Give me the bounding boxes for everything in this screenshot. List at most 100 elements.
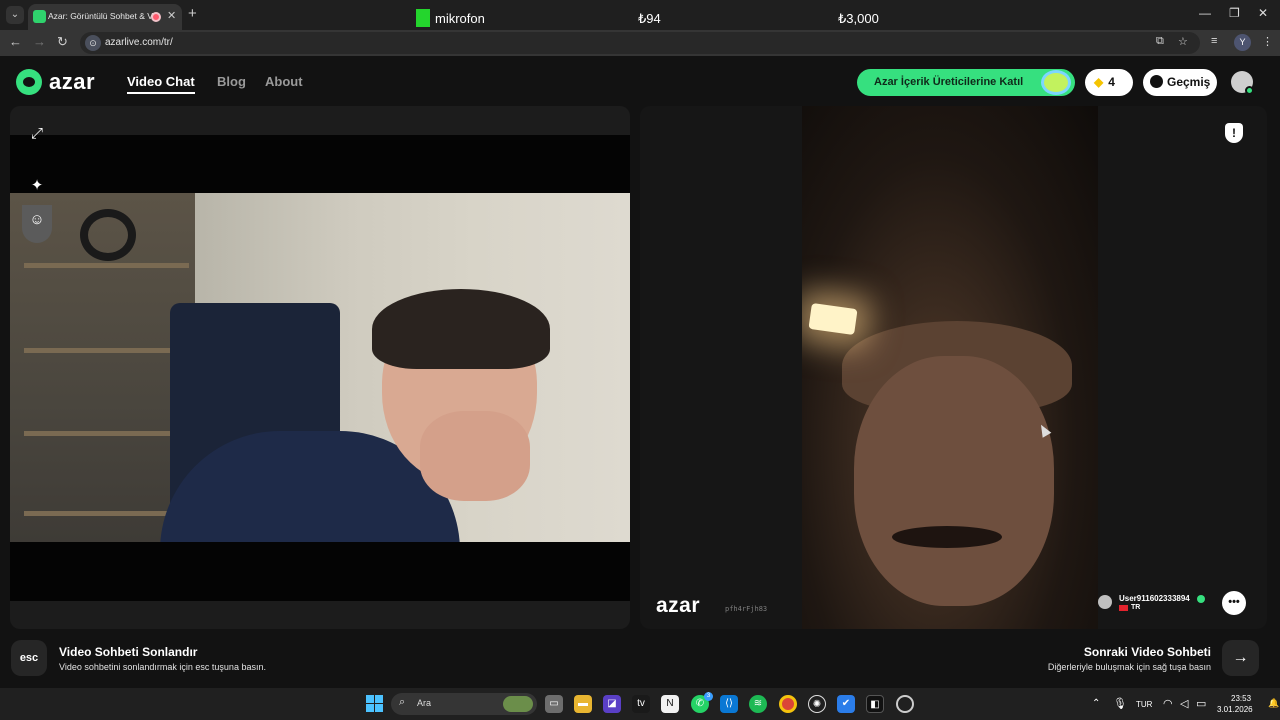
history-button[interactable]: Geçmiş xyxy=(1143,69,1217,96)
address-bar[interactable]: ⊙ azarlive.com/tr/ ⧉ ☆ xyxy=(80,32,1200,54)
file-explorer-icon[interactable]: ▬ xyxy=(574,695,592,713)
search-icon: ⌕ xyxy=(399,696,406,708)
volume-icon[interactable]: ◁ xyxy=(1180,697,1188,710)
azar-logo-icon xyxy=(16,69,42,95)
tab-search-chevron-icon[interactable]: ⌄ xyxy=(6,6,24,24)
task-view-icon[interactable]: ▭ xyxy=(545,695,563,713)
clock-icon xyxy=(1150,75,1163,88)
chatgpt-icon[interactable]: ✺ xyxy=(808,695,826,713)
sparkle-effects-icon[interactable]: ✦ xyxy=(22,171,52,201)
letterbox-top xyxy=(10,135,630,193)
creator-join-button[interactable]: Azar İçerik Üreticilerine Katıl xyxy=(857,69,1075,96)
turkey-flag-icon xyxy=(1119,605,1128,611)
remote-camera-feed xyxy=(802,106,1098,629)
next-chat-description: Diğerleriyle buluşmak için sağ tuşa bası… xyxy=(1047,662,1211,672)
history-label: Geçmiş xyxy=(1167,75,1211,89)
next-chat-arrow-icon[interactable]: → xyxy=(1222,640,1259,676)
online-status-dot xyxy=(1245,86,1254,95)
browser-toolbar: ← → ↻ ⊙ azarlive.com/tr/ ⧉ ☆ ≡ Y ⋮ xyxy=(0,30,1280,56)
local-person-hair xyxy=(372,289,550,369)
app-purple-icon[interactable]: ◪ xyxy=(603,695,621,713)
report-shield-icon[interactable]: ! xyxy=(1225,123,1243,143)
microphone-icon[interactable]: 🎙 xyxy=(1113,697,1127,710)
obs-icon[interactable] xyxy=(896,695,914,713)
tab-close-icon[interactable]: ✕ xyxy=(167,9,176,22)
app-box-icon[interactable]: ◧ xyxy=(866,695,884,713)
ceiling-light xyxy=(808,302,858,336)
nav-about[interactable]: About xyxy=(265,74,303,89)
next-chat-title: Sonraki Video Sohbeti xyxy=(1083,645,1211,659)
overlay-value-2: ₺3,000 xyxy=(838,11,879,26)
new-tab-plus-icon[interactable]: + xyxy=(188,5,197,22)
reading-list-icon[interactable]: ≡ xyxy=(1211,35,1217,47)
windows-start-icon[interactable] xyxy=(366,695,383,712)
todo-icon[interactable]: ✔ xyxy=(837,695,855,713)
end-chat-description: Video sohbetini sonlandırmak için esc tu… xyxy=(59,662,266,672)
recording-indicator-icon xyxy=(151,12,161,22)
chat-bubble-icon[interactable]: ••• xyxy=(1222,591,1246,615)
wifi-icon[interactable]: ◠ xyxy=(1163,697,1173,710)
whatsapp-badge: 3 xyxy=(704,692,713,701)
mic-level-bar xyxy=(416,9,430,27)
azar-logo[interactable]: azar xyxy=(16,69,95,95)
local-camera-feed xyxy=(10,193,630,551)
verified-badge-icon xyxy=(1197,595,1205,603)
window-close-icon[interactable]: ✕ xyxy=(1258,6,1268,20)
windows-taskbar: ⌕ Ara ▭ ▬ ◪ tv N ✆ 3 ⟨⟩ ≋ ✺ ✔ ◧ ⌃ 🎙 TUR ◠… xyxy=(0,688,1280,720)
gems-count: 4 xyxy=(1108,75,1115,89)
mic-overlay-label: mikrofon xyxy=(435,10,485,26)
minimize-icon[interactable]: — xyxy=(1199,6,1211,20)
overlay-value-1: ₺94 xyxy=(638,11,661,26)
nav-blog[interactable]: Blog xyxy=(217,74,246,89)
chrome-icon[interactable] xyxy=(779,695,797,713)
menu-kebab-icon[interactable]: ⋮ xyxy=(1262,35,1273,48)
local-person-hand xyxy=(420,411,530,501)
gem-icon: ◆ xyxy=(1094,75,1104,89)
bookmark-star-icon[interactable]: ☆ xyxy=(1178,35,1188,48)
peer-avatar[interactable] xyxy=(1098,595,1112,609)
local-video-panel: ⤢ ✦ ☺ xyxy=(10,106,630,629)
mic-overlay: mikrofon xyxy=(416,9,485,27)
language-indicator[interactable]: TUR xyxy=(1136,700,1152,709)
steering-wheel xyxy=(80,209,136,261)
vscode-icon[interactable]: ⟨⟩ xyxy=(720,695,738,713)
taskbar-search[interactable]: ⌕ Ara xyxy=(391,693,537,715)
face-filter-icon[interactable]: ☺ xyxy=(22,205,52,235)
search-highlight-icon xyxy=(503,696,533,712)
browser-tab-strip: ⌄ Azar: Görüntülü Sohbet & V ✕ + mikrofo… xyxy=(0,0,1280,30)
back-arrow-icon[interactable]: ← xyxy=(9,34,22,49)
azar-watermark: azar xyxy=(656,594,701,617)
peer-name[interactable]: User911602333894 xyxy=(1119,594,1190,603)
esc-key-button[interactable]: esc xyxy=(11,640,47,676)
watermark-id: pfh4rFjh83 xyxy=(725,605,768,613)
peer-country: TR xyxy=(1131,604,1141,611)
battery-icon[interactable]: ▭ xyxy=(1196,697,1206,710)
spotify-icon[interactable]: ≋ xyxy=(749,695,767,713)
end-chat-title: Video Sohbeti Sonlandır xyxy=(59,645,198,659)
reload-icon[interactable]: ↻ xyxy=(57,34,68,50)
notification-bell-icon[interactable]: 🔔 xyxy=(1268,698,1279,709)
notion-icon[interactable]: N xyxy=(661,695,679,713)
nav-video-chat[interactable]: Video Chat xyxy=(127,74,195,94)
site-info-icon[interactable]: ⊙ xyxy=(85,35,101,51)
tab-title: Azar: Görüntülü Sohbet & V xyxy=(48,11,153,21)
restore-icon[interactable]: ❐ xyxy=(1229,6,1240,20)
whatsapp-icon[interactable]: ✆ 3 xyxy=(691,692,713,713)
logo-text: azar xyxy=(49,69,96,94)
forward-arrow-icon[interactable]: → xyxy=(33,34,46,49)
browser-tab-azar[interactable]: Azar: Görüntülü Sohbet & V ✕ xyxy=(28,4,182,30)
search-placeholder: Ara xyxy=(417,698,432,708)
letterbox-bottom xyxy=(10,542,630,601)
install-app-icon[interactable]: ⧉ xyxy=(1156,35,1164,48)
url-text: azarlive.com/tr/ xyxy=(105,37,173,48)
tray-chevron-icon[interactable]: ⌃ xyxy=(1092,698,1100,709)
clock-date[interactable]: 3.01.2026 xyxy=(1217,705,1253,714)
profile-avatar[interactable]: Y xyxy=(1234,34,1251,51)
azar-page: azar Video Chat Blog About Azar İçerik Ü… xyxy=(0,56,1280,688)
remote-person-mustache xyxy=(892,526,1002,548)
gems-button[interactable]: ◆ 4 xyxy=(1085,69,1133,96)
expand-icon[interactable]: ⤢ xyxy=(22,119,52,149)
clock-time[interactable]: 23:53 xyxy=(1231,694,1251,703)
apple-tv-icon[interactable]: tv xyxy=(632,695,650,713)
creator-illustration-icon xyxy=(1041,70,1071,95)
